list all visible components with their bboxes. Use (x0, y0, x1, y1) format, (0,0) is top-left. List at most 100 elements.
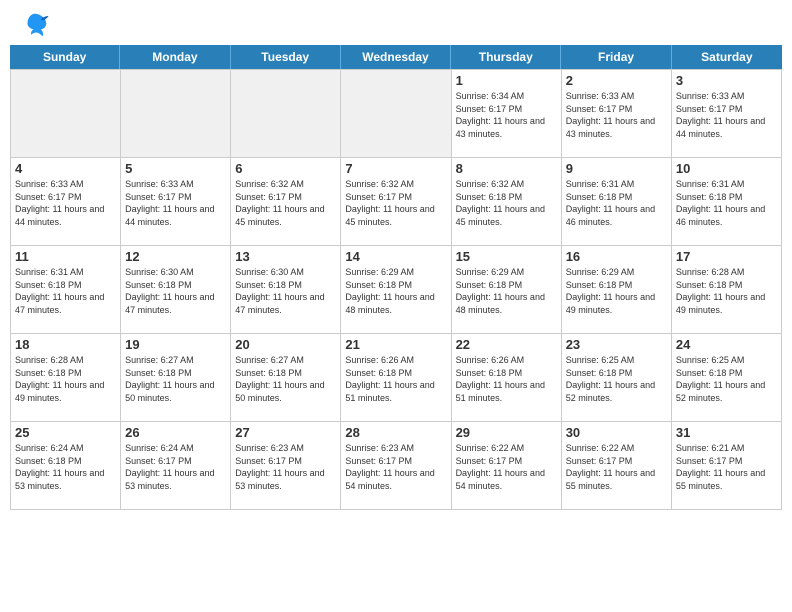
calendar-cell: 27Sunrise: 6:23 AMSunset: 6:17 PMDayligh… (231, 422, 341, 510)
day-number: 14 (345, 249, 446, 264)
day-info: Sunrise: 6:25 AMSunset: 6:18 PMDaylight:… (566, 354, 667, 404)
day-number: 28 (345, 425, 446, 440)
day-number: 18 (15, 337, 116, 352)
day-info: Sunrise: 6:21 AMSunset: 6:17 PMDaylight:… (676, 442, 777, 492)
calendar-header: Sunday Monday Tuesday Wednesday Thursday… (10, 45, 782, 69)
day-info: Sunrise: 6:34 AMSunset: 6:17 PMDaylight:… (456, 90, 557, 140)
day-info: Sunrise: 6:33 AMSunset: 6:17 PMDaylight:… (15, 178, 116, 228)
day-info: Sunrise: 6:33 AMSunset: 6:17 PMDaylight:… (125, 178, 226, 228)
calendar-cell: 2 Sunrise: 6:33 AMSunset: 6:17 PMDaylight… (562, 70, 672, 158)
day-number: 15 (456, 249, 557, 264)
day-number: 17 (676, 249, 777, 264)
day-number: 13 (235, 249, 336, 264)
header-sunday: Sunday (10, 45, 120, 69)
calendar-cell (231, 70, 341, 158)
calendar-cell (121, 70, 231, 158)
header-monday: Monday (120, 45, 230, 69)
calendar-body: 1 Sunrise: 6:34 AMSunset: 6:17 PMDaylight… (10, 69, 782, 510)
calendar-cell: 23 Sunrise: 6:25 AMSunset: 6:18 PMDayligh… (562, 334, 672, 422)
logo (20, 10, 54, 40)
header-friday: Friday (561, 45, 671, 69)
calendar-cell: 9 Sunrise: 6:31 AMSunset: 6:18 PMDaylight… (562, 158, 672, 246)
day-number: 2 (566, 73, 667, 88)
calendar-cell: 30 Sunrise: 6:22 AMSunset: 6:17 PMDayligh… (562, 422, 672, 510)
calendar-cell: 4Sunrise: 6:33 AMSunset: 6:17 PMDaylight… (11, 158, 121, 246)
day-number: 26 (125, 425, 226, 440)
calendar-cell: 25 Sunrise: 6:24 AMSunset: 6:18 PMDayligh… (11, 422, 121, 510)
day-number: 19 (125, 337, 226, 352)
day-info: Sunrise: 6:29 AMSunset: 6:18 PMDaylight:… (345, 266, 446, 316)
day-info: Sunrise: 6:28 AMSunset: 6:18 PMDaylight:… (15, 354, 116, 404)
day-info: Sunrise: 6:25 AMSunset: 6:18 PMDaylight:… (676, 354, 777, 404)
calendar-cell: 3 Sunrise: 6:33 AMSunset: 6:17 PMDaylight… (672, 70, 782, 158)
header-saturday: Saturday (672, 45, 782, 69)
day-info: Sunrise: 6:31 AMSunset: 6:18 PMDaylight:… (15, 266, 116, 316)
day-number: 22 (456, 337, 557, 352)
calendar-cell (11, 70, 121, 158)
calendar-cell: 24 Sunrise: 6:25 AMSunset: 6:18 PMDayligh… (672, 334, 782, 422)
day-number: 6 (235, 161, 336, 176)
day-number: 10 (676, 161, 777, 176)
day-info: Sunrise: 6:24 AMSunset: 6:18 PMDaylight:… (15, 442, 116, 492)
calendar-cell: 5 Sunrise: 6:33 AMSunset: 6:17 PMDaylight… (121, 158, 231, 246)
day-info: Sunrise: 6:26 AMSunset: 6:18 PMDaylight:… (345, 354, 446, 404)
day-info: Sunrise: 6:27 AMSunset: 6:18 PMDaylight:… (235, 354, 336, 404)
day-number: 16 (566, 249, 667, 264)
calendar-cell: 31 Sunrise: 6:21 AMSunset: 6:17 PMDayligh… (672, 422, 782, 510)
calendar-cell: 21 Sunrise: 6:26 AMSunset: 6:18 PMDayligh… (341, 334, 451, 422)
day-info: Sunrise: 6:22 AMSunset: 6:17 PMDaylight:… (456, 442, 557, 492)
calendar-cell: 15 Sunrise: 6:29 AMSunset: 6:18 PMDayligh… (452, 246, 562, 334)
calendar-cell: 29 Sunrise: 6:22 AMSunset: 6:17 PMDayligh… (452, 422, 562, 510)
day-info: Sunrise: 6:32 AMSunset: 6:17 PMDaylight:… (345, 178, 446, 228)
calendar-cell: 7Sunrise: 6:32 AMSunset: 6:17 PMDaylight… (341, 158, 451, 246)
calendar-cell: 26 Sunrise: 6:24 AMSunset: 6:17 PMDayligh… (121, 422, 231, 510)
day-number: 20 (235, 337, 336, 352)
day-info: Sunrise: 6:33 AMSunset: 6:17 PMDaylight:… (566, 90, 667, 140)
day-number: 3 (676, 73, 777, 88)
calendar-cell: 20 Sunrise: 6:27 AMSunset: 6:18 PMDayligh… (231, 334, 341, 422)
calendar-cell: 10 Sunrise: 6:31 AMSunset: 6:18 PMDayligh… (672, 158, 782, 246)
day-number: 9 (566, 161, 667, 176)
day-number: 30 (566, 425, 667, 440)
day-number: 25 (15, 425, 116, 440)
day-number: 5 (125, 161, 226, 176)
day-number: 23 (566, 337, 667, 352)
day-info: Sunrise: 6:30 AMSunset: 6:18 PMDaylight:… (235, 266, 336, 316)
header-tuesday: Tuesday (231, 45, 341, 69)
day-info: Sunrise: 6:22 AMSunset: 6:17 PMDaylight:… (566, 442, 667, 492)
day-info: Sunrise: 6:24 AMSunset: 6:17 PMDaylight:… (125, 442, 226, 492)
logo-icon (20, 10, 50, 40)
day-number: 29 (456, 425, 557, 440)
header-thursday: Thursday (451, 45, 561, 69)
day-info: Sunrise: 6:30 AMSunset: 6:18 PMDaylight:… (125, 266, 226, 316)
page-header (0, 0, 792, 45)
calendar-cell: 12 Sunrise: 6:30 AMSunset: 6:18 PMDayligh… (121, 246, 231, 334)
day-number: 31 (676, 425, 777, 440)
day-number: 27 (235, 425, 336, 440)
day-number: 12 (125, 249, 226, 264)
day-info: Sunrise: 6:29 AMSunset: 6:18 PMDaylight:… (456, 266, 557, 316)
calendar: Sunday Monday Tuesday Wednesday Thursday… (0, 45, 792, 515)
calendar-cell: 18 Sunrise: 6:28 AMSunset: 6:18 PMDayligh… (11, 334, 121, 422)
calendar-cell: 17 Sunrise: 6:28 AMSunset: 6:18 PMDayligh… (672, 246, 782, 334)
day-info: Sunrise: 6:27 AMSunset: 6:18 PMDaylight:… (125, 354, 226, 404)
calendar-cell: 14 Sunrise: 6:29 AMSunset: 6:18 PMDayligh… (341, 246, 451, 334)
header-wednesday: Wednesday (341, 45, 451, 69)
day-number: 11 (15, 249, 116, 264)
day-info: Sunrise: 6:31 AMSunset: 6:18 PMDaylight:… (676, 178, 777, 228)
day-info: Sunrise: 6:31 AMSunset: 6:18 PMDaylight:… (566, 178, 667, 228)
page-container: Sunday Monday Tuesday Wednesday Thursday… (0, 0, 792, 515)
day-info: Sunrise: 6:28 AMSunset: 6:18 PMDaylight:… (676, 266, 777, 316)
day-number: 8 (456, 161, 557, 176)
calendar-cell: 16 Sunrise: 6:29 AMSunset: 6:18 PMDayligh… (562, 246, 672, 334)
day-number: 1 (456, 73, 557, 88)
day-info: Sunrise: 6:32 AMSunset: 6:18 PMDaylight:… (456, 178, 557, 228)
calendar-cell: 22Sunrise: 6:26 AMSunset: 6:18 PMDayligh… (452, 334, 562, 422)
day-info: Sunrise: 6:33 AMSunset: 6:17 PMDaylight:… (676, 90, 777, 140)
calendar-cell: 13 Sunrise: 6:30 AMSunset: 6:18 PMDayligh… (231, 246, 341, 334)
calendar-cell: 19 Sunrise: 6:27 AMSunset: 6:18 PMDayligh… (121, 334, 231, 422)
day-info: Sunrise: 6:29 AMSunset: 6:18 PMDaylight:… (566, 266, 667, 316)
calendar-cell (341, 70, 451, 158)
day-number: 21 (345, 337, 446, 352)
day-number: 24 (676, 337, 777, 352)
